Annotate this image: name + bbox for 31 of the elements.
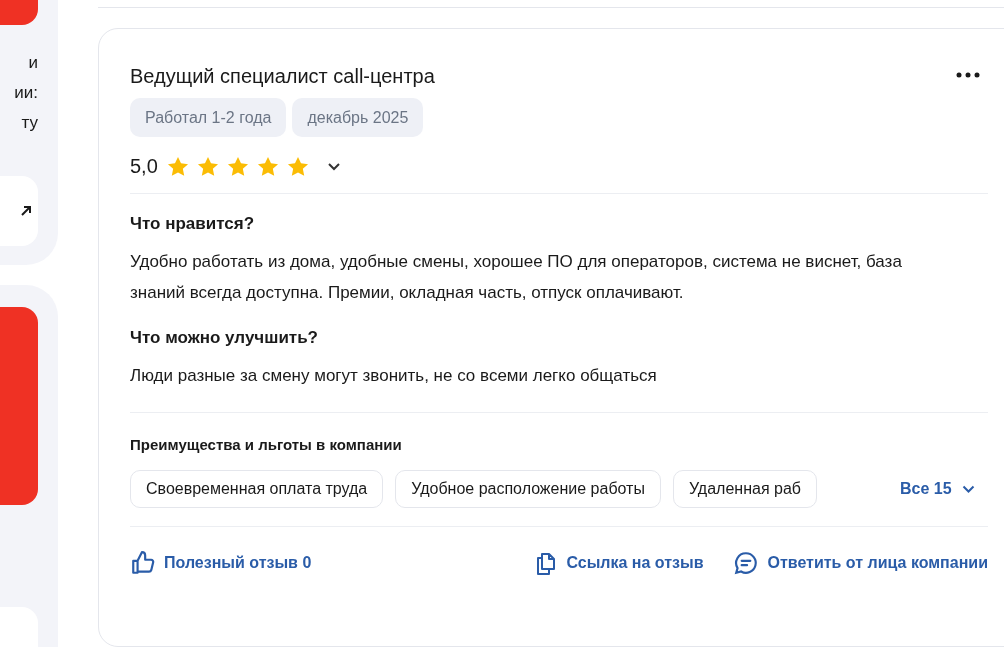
benefit-chip: Удобное расположение работы bbox=[395, 470, 661, 508]
copy-link-button[interactable]: Ссылка на отзыв bbox=[534, 550, 704, 576]
reply-button[interactable]: Ответить от лица компании bbox=[733, 550, 988, 576]
section-heading: Что нравится? bbox=[130, 213, 256, 235]
tag: Работал 1-2 года bbox=[130, 98, 287, 137]
promo-banner bbox=[0, 0, 38, 25]
star-icon bbox=[166, 155, 189, 177]
star-icon bbox=[256, 155, 279, 177]
arrow-icon bbox=[20, 205, 32, 217]
thumbs-up-icon bbox=[130, 550, 156, 576]
chat-icon bbox=[733, 550, 760, 576]
text-fragment: ту bbox=[21, 112, 38, 134]
text-fragment: ии: bbox=[14, 82, 38, 104]
tag: декабрь 2025 bbox=[292, 98, 424, 137]
chevron-down-icon[interactable] bbox=[326, 161, 341, 171]
show-all-link[interactable]: Все 15 bbox=[900, 477, 975, 501]
benefit-chip: Своевременная оплата труда bbox=[130, 470, 384, 508]
more-icon[interactable] bbox=[956, 72, 980, 78]
useful-button[interactable]: Полезный отзыв 0 bbox=[130, 550, 312, 576]
section-text: Люди разные за смену могут звонить, не со всеми легко общаться bbox=[130, 365, 658, 387]
review-title: Ведущий специалист call-центра bbox=[130, 64, 435, 89]
chevron-down-icon bbox=[961, 485, 975, 493]
star-icon bbox=[226, 155, 249, 177]
section-text: Удобно работать из дома, удобные смены, хорошее ПО для операторов, система не виснет, база знаний всегда доступна. Премии, окладная часть, отпуск оплачивают. bbox=[130, 251, 903, 304]
star-icon bbox=[196, 155, 219, 177]
rating-value: 5,0 bbox=[130, 154, 158, 179]
section-heading: Что можно улучшить? bbox=[130, 327, 319, 349]
star-icon bbox=[286, 155, 309, 177]
benefits-heading: Преимущества и льготы в компании bbox=[130, 435, 403, 455]
benefit-chip: Удаленная раб bbox=[672, 470, 817, 508]
text-fragment: и bbox=[28, 52, 38, 74]
